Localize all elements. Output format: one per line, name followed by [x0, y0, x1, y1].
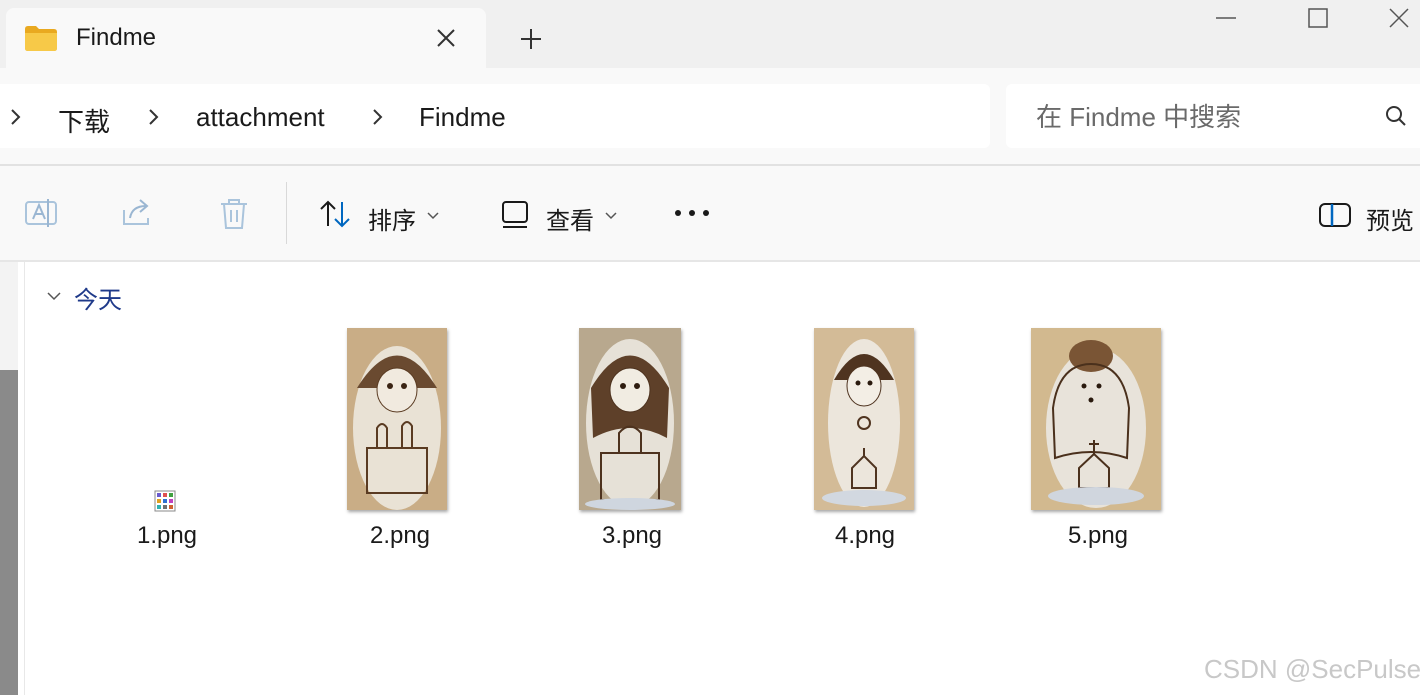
- view-button[interactable]: 查看: [546, 201, 594, 236]
- sort-icon[interactable]: [318, 198, 354, 235]
- new-tab-button[interactable]: [514, 22, 548, 56]
- delete-button[interactable]: [216, 196, 252, 237]
- toolbar-divider: [286, 182, 287, 244]
- file-name: 3.png: [601, 522, 663, 549]
- chevron-right-icon[interactable]: [146, 108, 160, 126]
- close-icon: [1389, 8, 1409, 28]
- chevron-down-icon[interactable]: [46, 289, 62, 307]
- chevron-right-icon[interactable]: [8, 108, 22, 126]
- group-label: 今天: [74, 287, 122, 314]
- file-item[interactable]: 2.png: [325, 326, 475, 556]
- preview-pane-icon[interactable]: [1318, 202, 1352, 233]
- file-item[interactable]: 3.png: [557, 326, 707, 556]
- tab-title: Findme: [76, 24, 157, 51]
- maximize-icon: [1308, 8, 1328, 28]
- rename-button[interactable]: [24, 196, 60, 235]
- address-row: 下载 attachment Findme: [0, 68, 1420, 164]
- close-icon: [437, 29, 455, 47]
- command-bar: 排序 查看 预览: [0, 166, 1420, 260]
- chevron-down-icon[interactable]: [604, 208, 618, 226]
- view-icon[interactable]: [500, 198, 530, 235]
- file-name: 1.png: [136, 522, 198, 549]
- breadcrumb-item[interactable]: Findme: [419, 102, 506, 133]
- sort-button[interactable]: 排序: [368, 201, 416, 236]
- breadcrumb-item[interactable]: attachment: [196, 102, 325, 133]
- minimize-icon: [1216, 17, 1236, 19]
- doll-thumbnail: [347, 328, 447, 510]
- chevron-down-icon[interactable]: [426, 208, 440, 226]
- search-input[interactable]: [1034, 98, 1368, 136]
- file-item[interactable]: 4.png: [790, 326, 940, 556]
- search-box[interactable]: [1006, 84, 1420, 148]
- file-name: 5.png: [1067, 522, 1129, 549]
- file-name: 2.png: [369, 522, 431, 549]
- close-tab-button[interactable]: [430, 22, 462, 54]
- file-name: 4.png: [834, 522, 896, 549]
- broken-image-icon: [154, 490, 176, 512]
- share-button[interactable]: [120, 196, 156, 235]
- address-bar[interactable]: 下载 attachment Findme: [0, 84, 990, 148]
- more-icon[interactable]: [672, 206, 712, 224]
- title-bar: Findme: [0, 0, 1420, 68]
- preview-button[interactable]: 预览: [1366, 201, 1414, 236]
- rename-icon: [25, 199, 57, 227]
- file-item[interactable]: 5.png: [1023, 326, 1173, 556]
- breadcrumb-item[interactable]: 下载: [58, 102, 110, 139]
- doll-thumbnail: [1031, 328, 1161, 510]
- doll-thumbnail: [579, 328, 681, 510]
- watermark-text: CSDN @SecPulse: [1204, 654, 1420, 684]
- folder-icon: [24, 24, 58, 57]
- search-icon[interactable]: [1384, 104, 1408, 133]
- tab-findme[interactable]: Findme: [6, 8, 486, 68]
- trash-icon: [221, 199, 247, 229]
- chevron-right-icon[interactable]: [370, 108, 384, 126]
- plus-icon: [521, 29, 541, 49]
- maximize-button[interactable]: [1288, 0, 1348, 40]
- scrollbar-thumb[interactable]: [0, 370, 18, 695]
- share-icon: [123, 199, 149, 225]
- minimize-button[interactable]: [1196, 0, 1256, 40]
- file-item[interactable]: 1.png: [92, 326, 242, 556]
- window-close-button[interactable]: [1370, 0, 1420, 40]
- doll-thumbnail: [814, 328, 914, 510]
